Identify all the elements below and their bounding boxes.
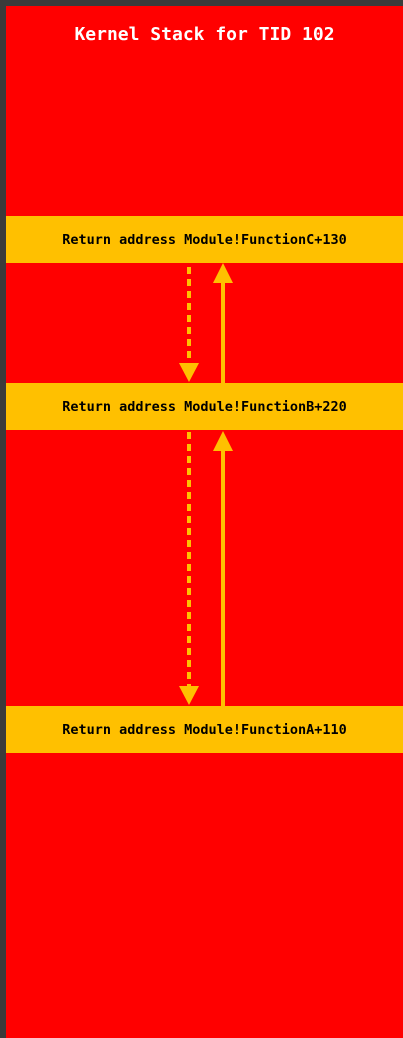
diagram-canvas: Kernel Stack for TID 102 Return address …	[0, 0, 403, 1038]
call-arrows	[179, 263, 233, 706]
solid-arrow-a-to-b	[213, 431, 233, 706]
dashed-arrow-c-to-b	[179, 267, 199, 382]
solid-arrow-b-to-c	[213, 263, 233, 383]
dashed-arrow-b-to-a	[179, 432, 199, 705]
